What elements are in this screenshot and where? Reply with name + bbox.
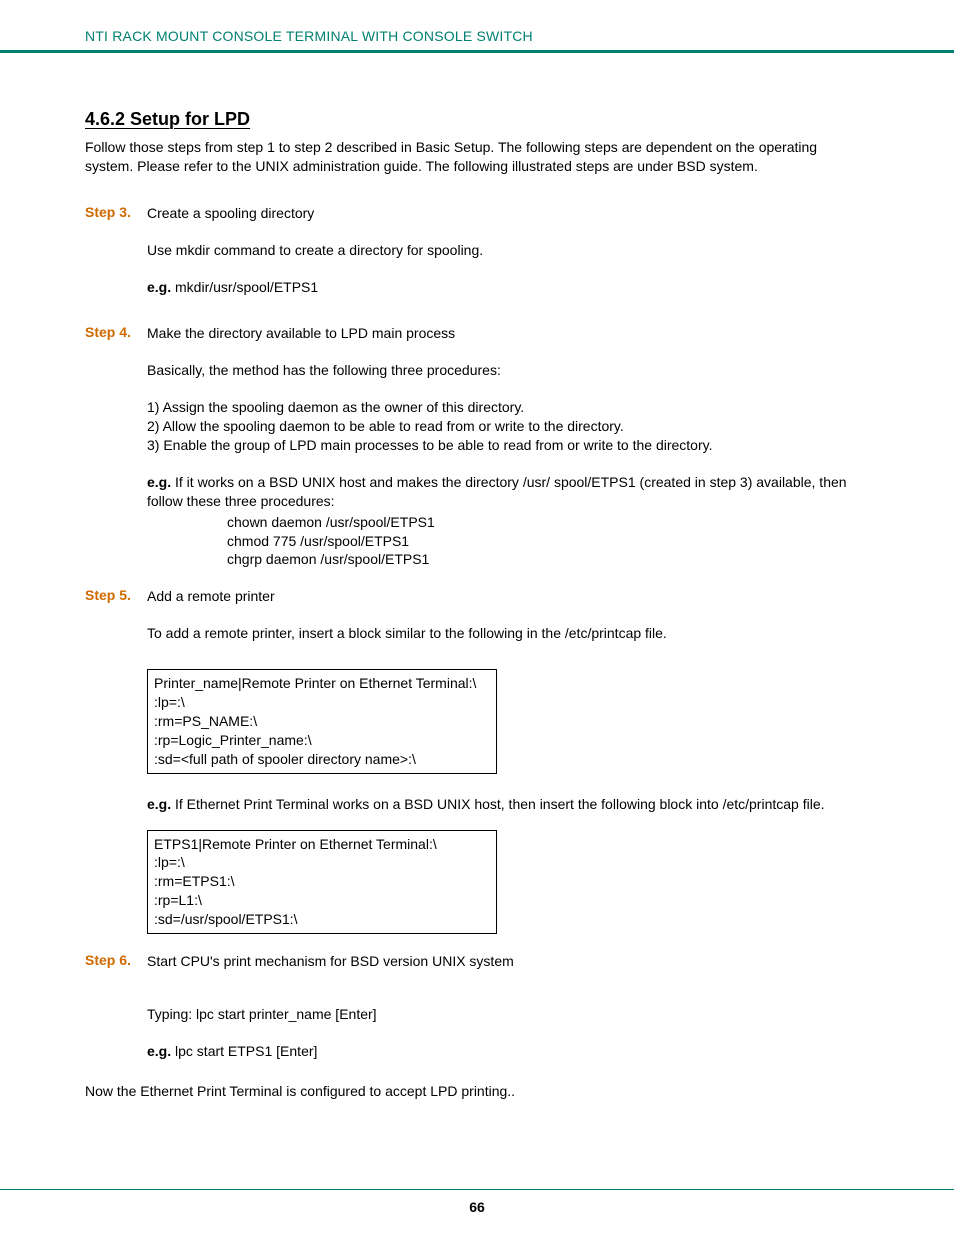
page-number: 66 xyxy=(0,1199,954,1215)
header-rule xyxy=(0,50,954,53)
step-3-label: Step 3. xyxy=(85,204,147,297)
step-4-example: e.g. If it works on a BSD UNIX host and … xyxy=(147,473,869,511)
step-6-label: Step 6. xyxy=(85,952,147,1061)
step-4-item-1: 1) Assign the spooling daemon as the own… xyxy=(147,399,524,415)
step-3-title: Create a spooling directory xyxy=(147,204,869,223)
code-line: :rp=Logic_Printer_name:\ xyxy=(154,731,490,750)
step-4-commands: chown daemon /usr/spool/ETPS1 chmod 775 … xyxy=(227,513,869,570)
footer-rule xyxy=(0,1189,954,1191)
step-5-example: e.g. If Ethernet Print Terminal works on… xyxy=(147,796,869,812)
step-5: Step 5. Add a remote printer To add a re… xyxy=(85,587,869,934)
step-4-title: Make the directory available to LPD main… xyxy=(147,324,869,343)
step-5-label: Step 5. xyxy=(85,587,147,661)
step-3-example: e.g. mkdir/usr/spool/ETPS1 xyxy=(147,278,869,297)
cmd-chown: chown daemon /usr/spool/ETPS1 xyxy=(227,513,869,532)
code-line: :lp=:\ xyxy=(154,853,490,872)
step-6: Step 6. Start CPU's print mechanism for … xyxy=(85,952,869,1061)
code-line: :lp=:\ xyxy=(154,693,490,712)
step-4-label: Step 4. xyxy=(85,324,147,569)
eg-label: e.g. xyxy=(147,279,171,295)
eg-text: mkdir/usr/spool/ETPS1 xyxy=(171,279,318,295)
header-text: NTI RACK MOUNT CONSOLE TERMINAL WITH CON… xyxy=(85,28,869,50)
code-line: :rp=L1:\ xyxy=(154,891,490,910)
step-4-desc: Basically, the method has the following … xyxy=(147,361,869,380)
eg-text: lpc start ETPS1 [Enter] xyxy=(171,1043,317,1059)
step-3: Step 3. Create a spooling directory Use … xyxy=(85,204,869,297)
code-line: :rm=ETPS1:\ xyxy=(154,872,490,891)
eg-label: e.g. xyxy=(147,1043,171,1059)
intro-paragraph: Follow those steps from step 1 to step 2… xyxy=(85,138,869,176)
step-5-desc: To add a remote printer, insert a block … xyxy=(147,624,869,643)
printcap-template-box: Printer_name|Remote Printer on Ethernet … xyxy=(147,669,497,773)
step-4: Step 4. Make the directory available to … xyxy=(85,324,869,569)
code-line: :rm=PS_NAME:\ xyxy=(154,712,490,731)
step-6-typing: Typing: lpc start printer_name [Enter] xyxy=(147,1005,869,1024)
page-content: NTI RACK MOUNT CONSOLE TERMINAL WITH CON… xyxy=(0,0,954,1099)
eg-text: If it works on a BSD UNIX host and makes… xyxy=(147,474,847,509)
step-5-title: Add a remote printer xyxy=(147,587,869,606)
eg-label: e.g. xyxy=(147,474,171,490)
step-4-item-2: 2) Allow the spooling daemon to be able … xyxy=(147,418,624,434)
step-6-title: Start CPU's print mechanism for BSD vers… xyxy=(147,952,869,971)
conclusion: Now the Ethernet Print Terminal is confi… xyxy=(85,1083,869,1099)
eg-label: e.g. xyxy=(147,796,171,812)
cmd-chgrp: chgrp daemon /usr/spool/ETPS1 xyxy=(227,550,869,569)
section-title: 4.6.2 Setup for LPD xyxy=(85,109,869,130)
eg-text: If Ethernet Print Terminal works on a BS… xyxy=(171,796,824,812)
step-4-item-3: 3) Enable the group of LPD main processe… xyxy=(147,437,712,453)
code-line: :sd=<full path of spooler directory name… xyxy=(154,750,490,769)
step-3-desc: Use mkdir command to create a directory … xyxy=(147,241,869,260)
printcap-example-box: ETPS1|Remote Printer on Ethernet Termina… xyxy=(147,830,497,934)
code-line: Printer_name|Remote Printer on Ethernet … xyxy=(154,674,490,693)
code-line: :sd=/usr/spool/ETPS1:\ xyxy=(154,910,490,929)
step-4-list: 1) Assign the spooling daemon as the own… xyxy=(147,398,869,455)
step-6-example: e.g. lpc start ETPS1 [Enter] xyxy=(147,1042,869,1061)
code-line: ETPS1|Remote Printer on Ethernet Termina… xyxy=(154,835,490,854)
cmd-chmod: chmod 775 /usr/spool/ETPS1 xyxy=(227,532,869,551)
